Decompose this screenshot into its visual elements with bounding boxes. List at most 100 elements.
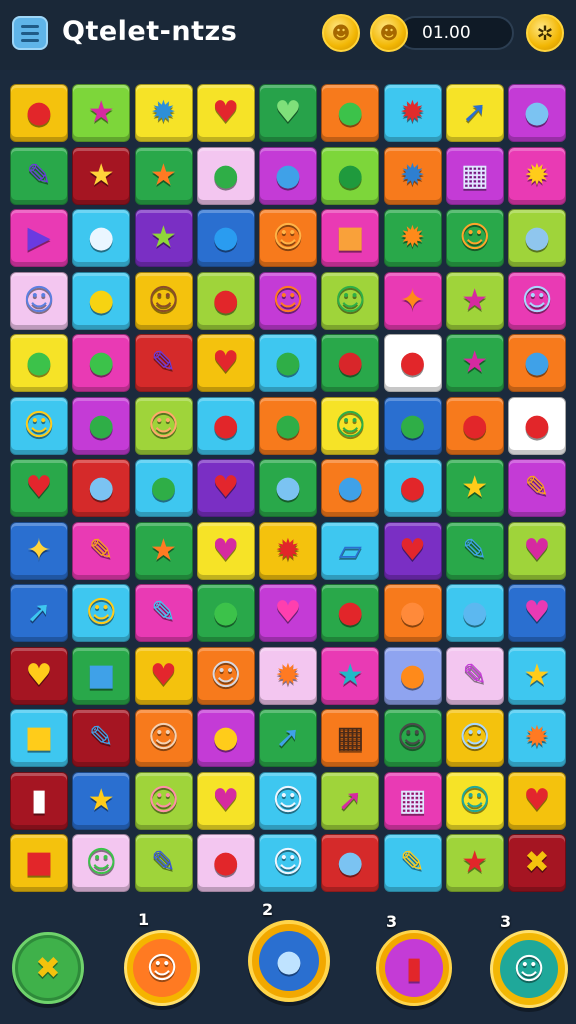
board-tile[interactable]: ★ <box>445 459 504 517</box>
board-tile[interactable]: ★ <box>72 771 131 830</box>
board-tile[interactable]: ● <box>383 584 442 642</box>
board-tile[interactable]: ☺ <box>259 771 317 830</box>
board-tile[interactable]: ♥ <box>134 646 193 705</box>
board-tile[interactable]: ☺ <box>321 396 380 455</box>
board-tile[interactable]: ● <box>259 459 317 517</box>
board-tile[interactable]: ● <box>72 334 131 392</box>
board-tile[interactable]: ▦ <box>321 709 380 767</box>
board-tile[interactable]: ■ <box>321 209 380 267</box>
board-tile[interactable]: ★ <box>134 521 193 580</box>
menu-button[interactable] <box>12 16 48 50</box>
board-tile[interactable]: ● <box>196 709 255 767</box>
board-tile[interactable]: ● <box>321 146 380 205</box>
board-tile[interactable]: ➚ <box>321 771 380 830</box>
board-tile[interactable]: ● <box>383 646 442 705</box>
board-tile[interactable]: ● <box>321 334 380 392</box>
board-tile[interactable]: ● <box>508 396 566 455</box>
board-tile[interactable]: ● <box>259 396 317 455</box>
board-tile[interactable]: ☺ <box>259 834 317 892</box>
board-tile[interactable]: ☺ <box>259 209 317 267</box>
board-tile[interactable]: ♥ <box>196 771 255 830</box>
board-tile[interactable]: ✦ <box>383 271 442 330</box>
board-tile[interactable]: ✎ <box>134 584 193 642</box>
board-tile[interactable]: ✎ <box>508 459 566 517</box>
board-tile[interactable]: ✹ <box>508 146 566 205</box>
board-tile[interactable]: ★ <box>134 146 193 205</box>
board-tile[interactable]: ♥ <box>196 521 255 580</box>
board-tile[interactable]: ■ <box>10 709 68 767</box>
board-tile[interactable]: ☺ <box>72 584 131 642</box>
board-tile[interactable]: ● <box>383 396 442 455</box>
board-tile[interactable]: ▦ <box>445 146 504 205</box>
board-tile[interactable]: ✎ <box>72 521 131 580</box>
board-tile[interactable]: ● <box>259 334 317 392</box>
board-tile[interactable]: ★ <box>508 646 566 705</box>
board-tile[interactable]: ☺ <box>445 709 504 767</box>
board-tile[interactable]: ● <box>383 334 442 392</box>
board-tile[interactable]: ✹ <box>134 84 193 142</box>
board-tile[interactable]: ☺ <box>383 709 442 767</box>
board-tile[interactable]: ★ <box>72 146 131 205</box>
board-tile[interactable]: ■ <box>10 834 68 892</box>
board-tile[interactable]: ☺ <box>196 646 255 705</box>
board-tile[interactable]: ✎ <box>10 146 68 205</box>
board-tile[interactable]: ● <box>134 459 193 517</box>
board-tile[interactable]: ✹ <box>259 646 317 705</box>
board-tile[interactable]: ☺ <box>10 271 68 330</box>
gold-coin-icon[interactable]: ☻ <box>370 14 408 52</box>
board-tile[interactable]: ✹ <box>383 209 442 267</box>
board-tile[interactable]: ☺ <box>72 834 131 892</box>
board-tile[interactable]: ☺ <box>445 209 504 267</box>
board-tile[interactable]: ★ <box>321 646 380 705</box>
board-tile[interactable]: ♥ <box>196 334 255 392</box>
board-tile[interactable]: ✹ <box>383 84 442 142</box>
board-tile[interactable]: ● <box>259 146 317 205</box>
board-tile[interactable]: ● <box>196 834 255 892</box>
board-tile[interactable]: ✦ <box>10 521 68 580</box>
board-tile[interactable]: ● <box>72 209 131 267</box>
battery-powerup[interactable]: ▮ <box>376 930 452 1006</box>
board-tile[interactable]: ● <box>72 459 131 517</box>
board-tile[interactable]: ▱ <box>321 521 380 580</box>
board-tile[interactable]: ✹ <box>508 709 566 767</box>
board-tile[interactable]: ● <box>321 584 380 642</box>
board-tile[interactable]: ● <box>508 209 566 267</box>
board-tile[interactable]: ♥ <box>259 84 317 142</box>
board-tile[interactable]: ▦ <box>383 771 442 830</box>
hammer-powerup[interactable]: ✖ <box>12 932 84 1004</box>
board-tile[interactable]: ● <box>72 271 131 330</box>
board-tile[interactable]: ☺ <box>508 271 566 330</box>
board-tile[interactable]: ☺ <box>134 396 193 455</box>
board-tile[interactable]: ▮ <box>10 771 68 830</box>
board-tile[interactable]: ☺ <box>134 271 193 330</box>
board-tile[interactable]: ☺ <box>134 709 193 767</box>
board-tile[interactable]: ● <box>72 396 131 455</box>
board-tile[interactable]: ➚ <box>445 84 504 142</box>
board-tile[interactable]: ☺ <box>10 396 68 455</box>
gold-coin-icon[interactable]: ☻ <box>322 14 360 52</box>
speech-bubble-powerup[interactable]: ● <box>248 920 330 1002</box>
face-powerup[interactable]: ☺ <box>490 930 568 1008</box>
board-tile[interactable]: ♥ <box>508 584 566 642</box>
board-tile[interactable]: ♥ <box>10 646 68 705</box>
board-tile[interactable]: ● <box>321 459 380 517</box>
board-tile[interactable]: ● <box>10 84 68 142</box>
board-tile[interactable]: ● <box>196 584 255 642</box>
board-tile[interactable]: ♥ <box>383 521 442 580</box>
board-tile[interactable]: ✎ <box>383 834 442 892</box>
board-tile[interactable]: ● <box>196 146 255 205</box>
board-tile[interactable]: ☺ <box>134 771 193 830</box>
board-tile[interactable]: ♥ <box>10 459 68 517</box>
board-tile[interactable]: ★ <box>134 209 193 267</box>
board-tile[interactable]: ♥ <box>508 771 566 830</box>
board-tile[interactable]: ♥ <box>508 521 566 580</box>
board-tile[interactable]: ● <box>445 584 504 642</box>
board-tile[interactable]: ★ <box>445 271 504 330</box>
smiley-powerup[interactable]: ☺ <box>124 930 200 1006</box>
board-tile[interactable]: ✎ <box>134 834 193 892</box>
board-tile[interactable]: ● <box>196 209 255 267</box>
board-tile[interactable]: ♥ <box>259 584 317 642</box>
board-tile[interactable]: ● <box>321 84 380 142</box>
board-tile[interactable]: ● <box>321 834 380 892</box>
board-tile[interactable]: ● <box>383 459 442 517</box>
